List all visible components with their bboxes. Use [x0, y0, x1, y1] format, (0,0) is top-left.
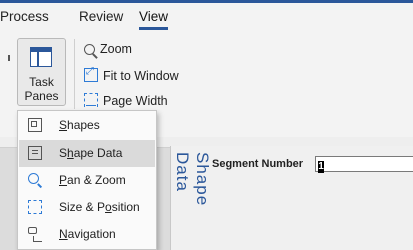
menu-item-shape-data[interactable]: Shape Data: [19, 140, 155, 167]
ribbon-tabs: Process Review View: [0, 3, 413, 33]
menu-item-label: Size & Position: [59, 200, 140, 214]
shapes-icon: [28, 118, 42, 132]
fit-to-window-icon: [84, 66, 98, 82]
menu-item-label: Navigation: [59, 227, 116, 241]
size-position-icon: [28, 200, 42, 214]
task-panes-dropdown-menu: Shapes Shape Data Pan & Zoom Size & Posi…: [17, 110, 157, 250]
page-width-label: Page Width: [103, 94, 168, 108]
group-separator-mark: [8, 55, 10, 61]
task-panes-icon: [30, 47, 52, 67]
menu-item-label: Shapes: [59, 118, 100, 132]
page-width-button[interactable]: Page Width: [84, 93, 168, 108]
menu-item-shapes[interactable]: Shapes: [19, 112, 155, 139]
pan-zoom-icon: [28, 173, 39, 184]
menu-item-label: Pan & Zoom: [59, 173, 126, 187]
tab-review[interactable]: Review: [79, 9, 123, 24]
segment-number-field[interactable]: 1: [315, 156, 413, 173]
menu-item-label: Shape Data: [59, 146, 123, 160]
zoom-label: Zoom: [100, 42, 132, 56]
zoom-icon: [84, 44, 95, 55]
fit-to-window-label: Fit to Window: [103, 69, 179, 83]
page-width-icon: [84, 93, 98, 107]
menu-item-navigation[interactable]: Navigation: [19, 221, 155, 248]
fit-to-window-button[interactable]: Fit to Window: [84, 66, 179, 83]
ribbon-divider: [74, 39, 75, 109]
menu-item-pan-zoom[interactable]: Pan & Zoom: [19, 167, 155, 194]
task-panes-button[interactable]: Task Panes ⌄: [17, 38, 66, 117]
shape-data-icon: [28, 146, 42, 160]
menu-item-size-position[interactable]: Size & Position: [19, 194, 155, 221]
navigation-icon: [28, 227, 42, 242]
tab-view[interactable]: View: [139, 9, 169, 30]
shape-data-pane-title: Shape Data: [173, 152, 212, 207]
task-panes-label-line1: Task: [29, 75, 54, 89]
zoom-button[interactable]: Zoom: [84, 42, 132, 56]
segment-number-value: 1: [318, 161, 324, 173]
segment-number-label: Segment Number: [212, 158, 304, 170]
tab-process[interactable]: Process: [0, 9, 49, 24]
